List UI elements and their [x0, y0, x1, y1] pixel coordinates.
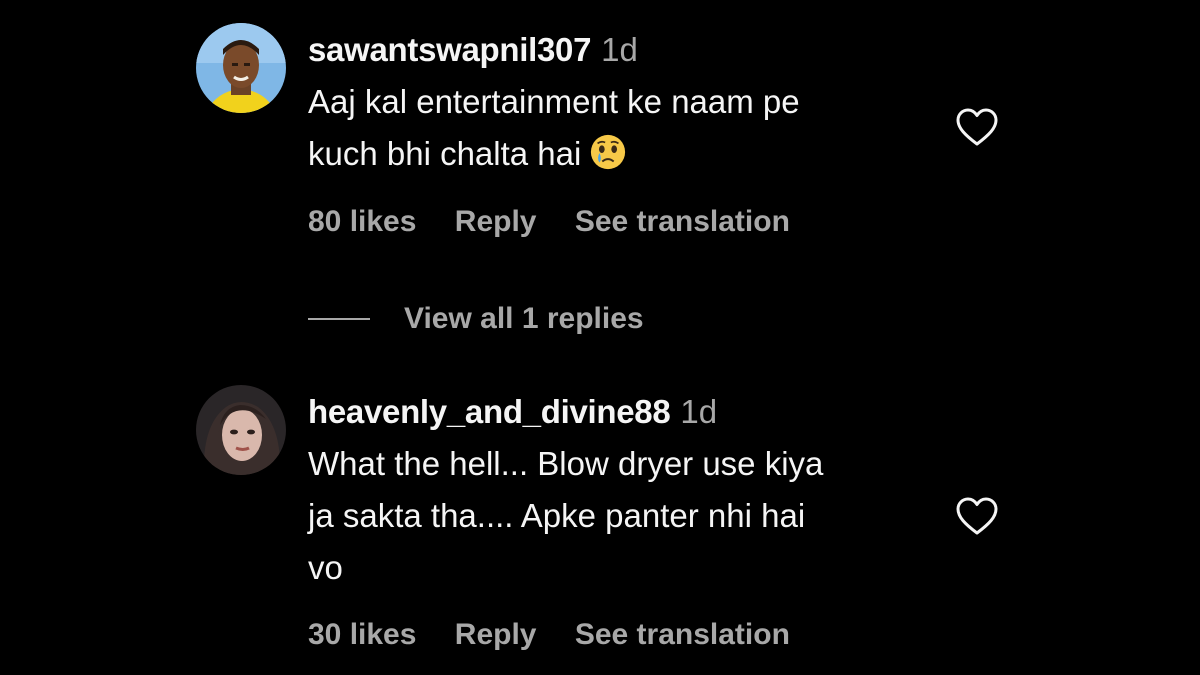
see-translation-button[interactable]: See translation [575, 618, 790, 651]
comment-text: Aaj kal entertainment ke naam pe kuch bh… [308, 76, 928, 180]
comment-text-line: ja sakta tha.... Apke panter nhi hai [308, 497, 806, 534]
crying-face-emoji-icon [591, 134, 626, 170]
username[interactable]: heavenly_and_divine88 [308, 393, 671, 430]
likes-count[interactable]: 30 likes [308, 618, 416, 651]
comment-text-line: kuch bhi chalta hai [308, 135, 582, 172]
avatar-heavenly_and_divine88[interactable] [196, 385, 286, 475]
comment-text-line: What the hell... Blow dryer use kiya [308, 445, 824, 482]
reply-button[interactable]: Reply [455, 618, 537, 651]
view-replies-label[interactable]: View all 1 replies [404, 302, 644, 336]
comment-content: heavenly_and_divine88 1d What the hell...… [308, 392, 928, 594]
comment-text-line: Aaj kal entertainment ke naam pe [308, 83, 800, 120]
timestamp: 1d [601, 31, 638, 68]
comment-actions: 80 likes Reply See translation [308, 205, 820, 239]
replies-divider-line [308, 318, 370, 320]
heart-outline-icon[interactable] [955, 107, 999, 147]
comment-content: sawantswapnil307 1d Aaj kal entertainment… [308, 30, 928, 180]
view-replies-toggle[interactable]: View all 1 replies [308, 299, 644, 339]
username[interactable]: sawantswapnil307 [308, 31, 591, 68]
heart-outline-icon[interactable] [955, 496, 999, 536]
comment-actions: 30 likes Reply See translation [308, 618, 820, 652]
comment-text-line-with-emoji: kuch bhi chalta hai [308, 128, 928, 180]
comment-text: What the hell... Blow dryer use kiya ja … [308, 438, 928, 594]
likes-count[interactable]: 80 likes [308, 205, 416, 238]
comment-header: sawantswapnil307 1d [308, 30, 928, 70]
timestamp: 1d [680, 393, 718, 430]
see-translation-button[interactable]: See translation [575, 205, 790, 238]
comment-header: heavenly_and_divine88 1d [308, 392, 928, 432]
comment-text-line: vo [308, 549, 343, 586]
reply-button[interactable]: Reply [455, 205, 537, 238]
avatar-sawantswapnil307[interactable] [196, 23, 286, 113]
